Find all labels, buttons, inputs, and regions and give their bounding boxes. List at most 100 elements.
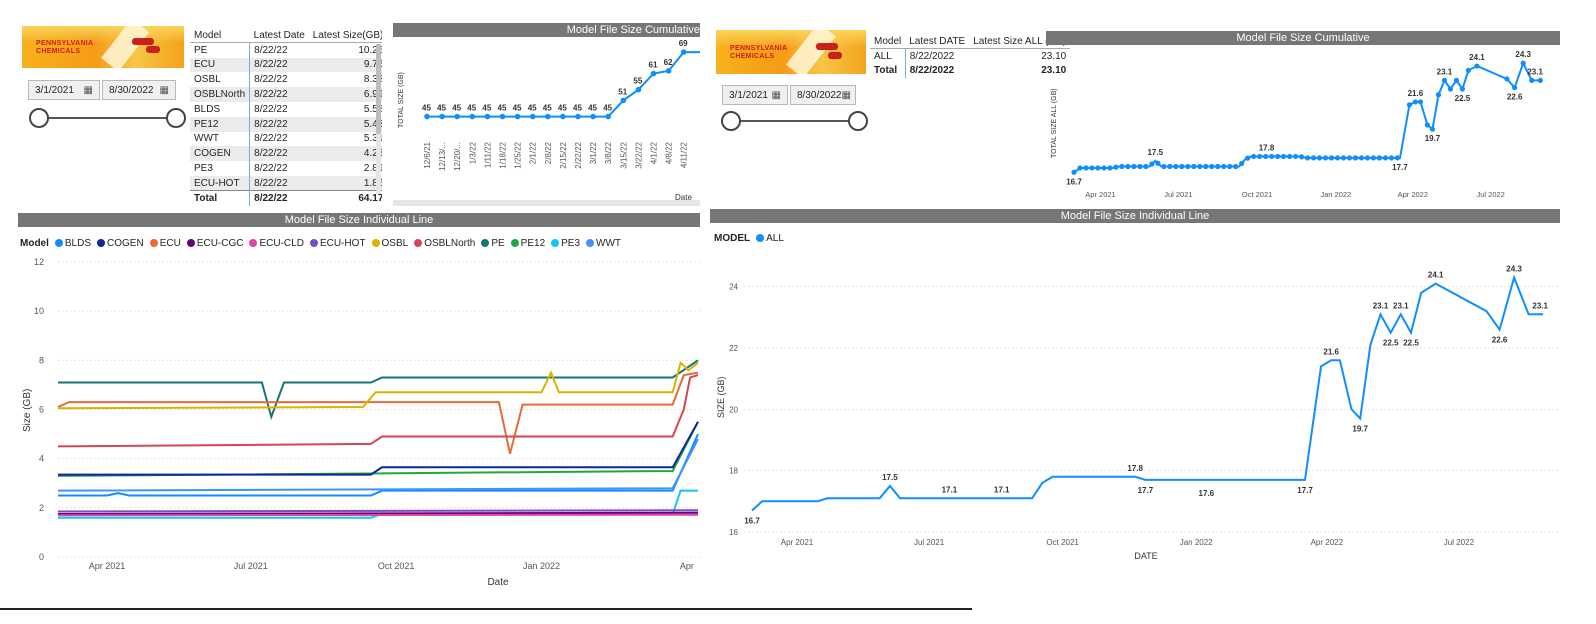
- right-individual-title: Model File Size Individual Line: [710, 209, 1560, 223]
- table-row[interactable]: BLDS 8/22/22 5.55: [190, 101, 382, 117]
- col-header-size[interactable]: Latest Size(GB): [308, 28, 382, 44]
- legend-item-ecu-hot[interactable]: ECU-HOT: [309, 238, 366, 249]
- start-date-value: 3/1/2021: [35, 84, 74, 96]
- start-date-picker[interactable]: 3/1/2021 ▦: [28, 80, 100, 100]
- cell-model: WWT: [190, 131, 251, 147]
- end-date-value: 8/30/2022: [797, 89, 842, 101]
- legend-item-pe12[interactable]: PE12: [510, 238, 545, 249]
- table-row[interactable]: ALL 8/22/2022 23.10: [870, 48, 1070, 64]
- start-date-picker[interactable]: 3/1/2021 ▦: [722, 85, 788, 105]
- table-row[interactable]: WWT 8/22/22 5.31: [190, 131, 382, 147]
- table-row[interactable]: OSBL 8/22/22 8.32: [190, 72, 382, 88]
- legend-item-osbl[interactable]: OSBL: [371, 238, 408, 249]
- legend-item-blds[interactable]: BLDS: [54, 238, 91, 249]
- data-label: 21.6: [1408, 89, 1424, 98]
- data-point: [1155, 160, 1161, 166]
- data-label: 22.6: [1492, 336, 1508, 345]
- slider-start-handle[interactable]: [721, 111, 741, 131]
- x-tick-label: Jul 2021: [234, 561, 268, 571]
- calendar-icon[interactable]: ▦: [842, 90, 851, 101]
- data-point: [1125, 163, 1131, 170]
- data-point: [1185, 163, 1191, 170]
- data-point: [1149, 161, 1155, 167]
- data-point: [1233, 163, 1239, 170]
- slider-start-handle[interactable]: [29, 108, 49, 128]
- table-row[interactable]: OSBLNorth 8/22/22 6.99: [190, 87, 382, 102]
- data-label: 22.5: [1455, 94, 1471, 103]
- data-point: [620, 97, 627, 104]
- col-header-model[interactable]: Model: [190, 28, 250, 44]
- legend-item-all[interactable]: ALL: [756, 233, 784, 244]
- data-point: [1412, 99, 1418, 105]
- calendar-icon[interactable]: ▦: [772, 90, 781, 101]
- date-range-slider[interactable]: [40, 117, 176, 119]
- legend-item-pe[interactable]: PE: [481, 238, 505, 249]
- data-point: [1227, 163, 1233, 170]
- table-row[interactable]: COGEN 8/22/22 4.25: [190, 146, 382, 162]
- data-point: [1537, 77, 1543, 83]
- data-label: 69: [679, 39, 688, 48]
- data-point: [1077, 165, 1083, 171]
- legend-item-cogen[interactable]: COGEN: [97, 238, 144, 249]
- cell-model: OSBLNorth: [190, 87, 251, 102]
- col-header-date[interactable]: Latest Date: [249, 28, 309, 44]
- y-tick-label: 24: [729, 283, 738, 292]
- x-tick-label: 1/3/22: [468, 141, 477, 164]
- y-tick-label: 22: [729, 344, 738, 353]
- legend-item-ecu-cld[interactable]: ECU-CLD: [249, 238, 304, 249]
- start-date-value: 3/1/2021: [729, 89, 768, 101]
- legend-label: ECU-HOT: [319, 238, 366, 249]
- series-line-all: [751, 274, 1544, 512]
- legend-label: PE3: [561, 238, 581, 249]
- legend-dot: [586, 239, 595, 247]
- cell-date: 8/22/22: [254, 74, 288, 86]
- slider-end-handle[interactable]: [166, 108, 186, 128]
- legend-dot: [756, 234, 765, 242]
- legend-item-osblnorth[interactable]: OSBLNorth: [414, 238, 475, 249]
- table-row[interactable]: ECU-HOT 8/22/22 1.86: [190, 175, 382, 191]
- y-tick-label: 16: [729, 528, 738, 537]
- date-range-slider[interactable]: [732, 120, 858, 122]
- data-point: [1382, 155, 1389, 161]
- data-point: [1465, 67, 1472, 73]
- legend-item-pe3[interactable]: PE3: [551, 238, 580, 249]
- legend-item-ecu-cgc[interactable]: ECU-CGC: [186, 238, 244, 249]
- table-row[interactable]: PE12 8/22/22 5.42: [190, 116, 382, 132]
- data-label: 45: [558, 104, 567, 113]
- data-label: 17.6: [1199, 489, 1215, 498]
- legend-item-wwt[interactable]: WWT: [586, 238, 621, 249]
- table-row[interactable]: PE 8/22/22 10.26: [190, 42, 382, 58]
- table-row[interactable]: PE3 8/22/22 2.89: [190, 161, 382, 176]
- table-scrollbar[interactable]: [376, 44, 381, 194]
- col-header-date[interactable]: Latest DATE: [905, 34, 970, 50]
- left-individual-chart: 0 2 4 6 8 10 12 Apr 2021 Jul 2021 Oct 2021 Jan 202…: [22, 257, 700, 588]
- y-tick-label: 6: [39, 405, 44, 415]
- end-date-picker[interactable]: 8/30/2022 ▦: [102, 80, 176, 100]
- data-point: [1346, 155, 1353, 161]
- x-tick-label: Jan 2022: [1320, 190, 1351, 199]
- data-label: 62: [664, 58, 673, 67]
- cell-model: PE12: [190, 116, 251, 132]
- legend-item-ecu[interactable]: ECU: [149, 238, 181, 249]
- data-point: [1376, 155, 1383, 161]
- slider-end-handle[interactable]: [848, 111, 868, 131]
- data-point: [1298, 154, 1305, 160]
- x-tick-label: 3/22/22: [634, 141, 643, 168]
- col-header-model[interactable]: Model: [870, 34, 906, 50]
- legend-dot: [309, 239, 318, 247]
- cell-model: ECU-HOT: [190, 175, 251, 191]
- data-point: [680, 49, 687, 55]
- cell-size: 6.99: [308, 87, 382, 102]
- company-logo: PENNSYLVANIA CHEMICALS: [22, 26, 184, 68]
- cell-size: 9.76: [308, 57, 382, 73]
- cell-date: 8/22/22: [254, 133, 288, 145]
- end-date-picker[interactable]: 8/30/2022 ▦: [790, 85, 856, 105]
- legend-label: ECU-CGC: [196, 238, 244, 249]
- data-point: [1429, 126, 1436, 132]
- calendar-icon[interactable]: ▦: [84, 85, 93, 96]
- calendar-icon[interactable]: ▦: [160, 85, 169, 96]
- right-cumulative-title: Model File Size Cumulative: [1046, 31, 1560, 45]
- data-point: [1340, 155, 1347, 161]
- table-row[interactable]: ECU 8/22/22 9.76: [190, 57, 382, 73]
- x-tick-label: Apr 2021: [89, 561, 126, 571]
